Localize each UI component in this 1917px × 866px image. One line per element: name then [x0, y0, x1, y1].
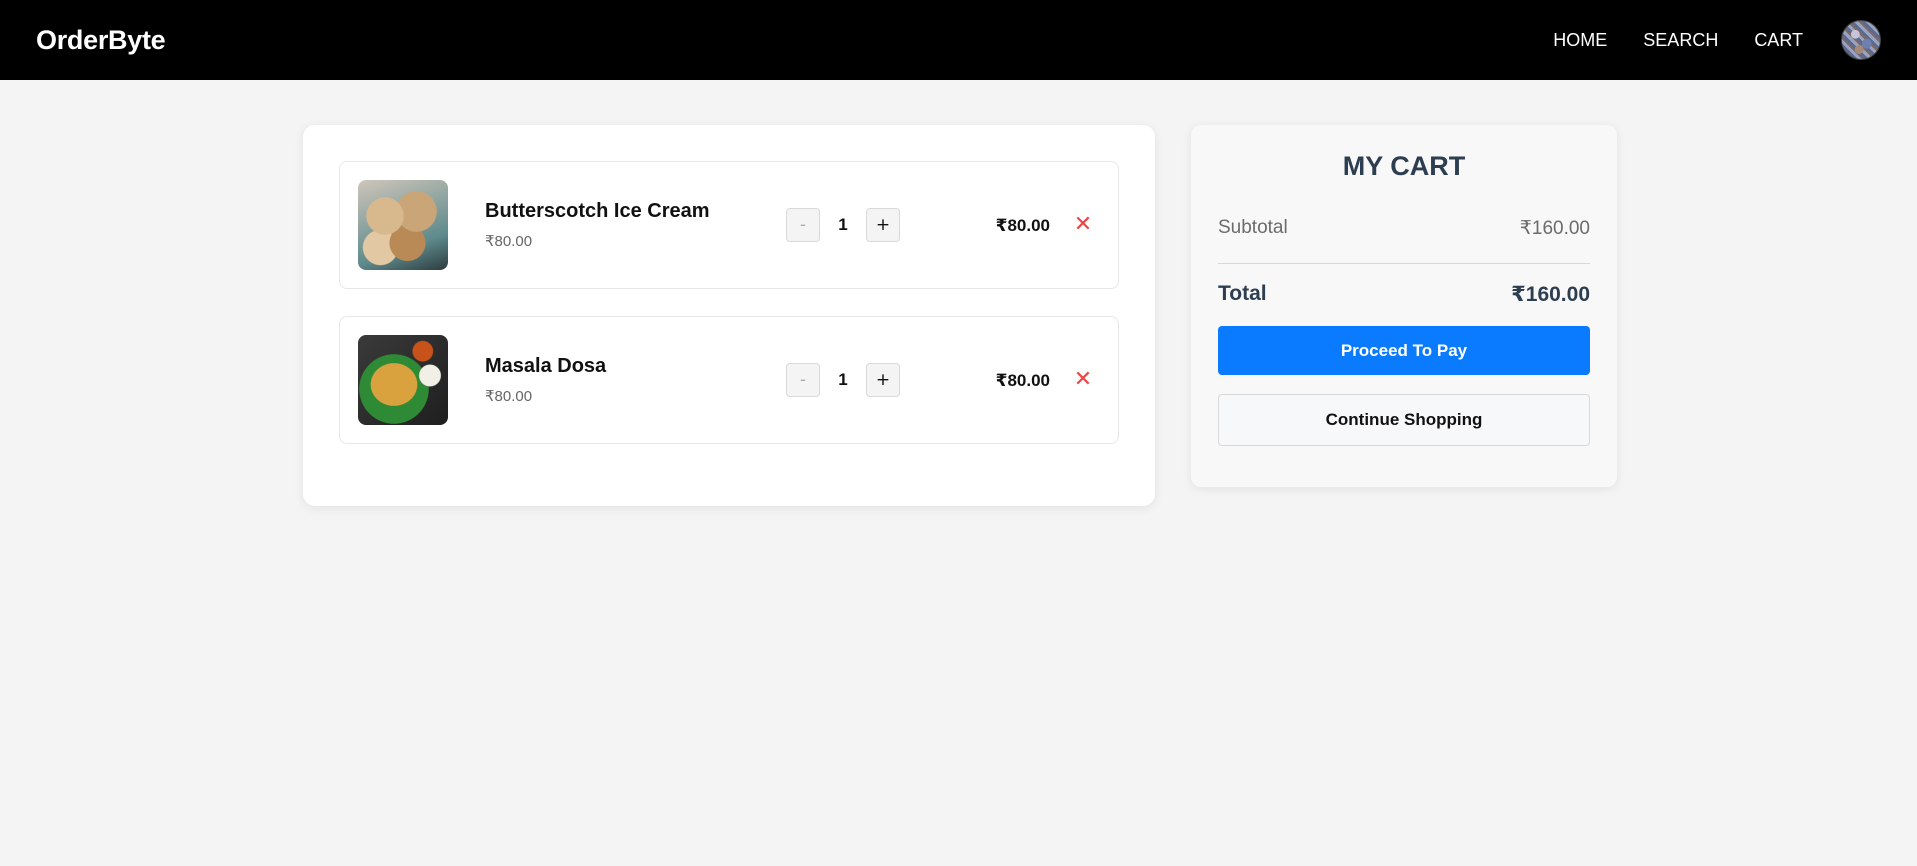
cart-summary: MY CART Subtotal ₹160.00 Total ₹160.00 P… [1191, 125, 1617, 487]
cart-item: Masala Dosa ₹80.00 - 1 + ₹80.00 ✕ [339, 316, 1119, 444]
increment-button[interactable]: + [866, 208, 900, 242]
summary-title: MY CART [1342, 151, 1466, 181]
subtotal-value: ₹160.00 [1519, 218, 1590, 239]
continue-shopping-button[interactable]: Continue Shopping [1218, 394, 1590, 446]
increment-button[interactable]: + [866, 363, 900, 397]
brand-logo[interactable]: OrderByte [36, 25, 166, 56]
remove-item-icon[interactable]: ✕ [1072, 367, 1094, 393]
cart-item: Butterscotch Ice Cream ₹80.00 - 1 + ₹80.… [339, 161, 1119, 289]
quantity-stepper: - 1 + [786, 363, 900, 397]
navbar: OrderByte HOME SEARCH CART [0, 0, 1917, 80]
total-row: Total ₹160.00 [1218, 282, 1590, 307]
nav-link-home[interactable]: HOME [1553, 30, 1607, 51]
quantity-stepper: - 1 + [786, 208, 900, 242]
decrement-button[interactable]: - [786, 208, 820, 242]
item-name: Butterscotch Ice Cream [485, 200, 710, 222]
quantity-value: 1 [838, 215, 848, 234]
quantity-value: 1 [838, 370, 848, 389]
remove-item-icon[interactable]: ✕ [1072, 212, 1094, 238]
cart-items-panel: Butterscotch Ice Cream ₹80.00 - 1 + ₹80.… [303, 125, 1155, 506]
nav-links: HOME SEARCH CART [1553, 20, 1881, 60]
item-unit-price: ₹80.00 [485, 233, 533, 250]
item-line-total: ₹80.00 [995, 216, 1050, 235]
item-name: Masala Dosa [485, 355, 607, 377]
item-unit-price: ₹80.00 [485, 388, 533, 405]
subtotal-row: Subtotal ₹160.00 [1218, 217, 1590, 240]
item-line-total: ₹80.00 [995, 371, 1050, 390]
butterscotch-ice-cream-image [358, 180, 448, 270]
nav-link-search[interactable]: SEARCH [1643, 30, 1718, 51]
decrement-button[interactable]: - [786, 363, 820, 397]
proceed-to-pay-button[interactable]: Proceed To Pay [1218, 326, 1590, 375]
total-label: Total [1218, 282, 1267, 305]
user-avatar-icon[interactable] [1841, 20, 1881, 60]
nav-link-cart[interactable]: CART [1754, 30, 1803, 51]
subtotal-label: Subtotal [1218, 217, 1288, 238]
divider [1218, 263, 1590, 264]
total-value: ₹160.00 [1511, 283, 1590, 306]
masala-dosa-image [358, 335, 448, 425]
